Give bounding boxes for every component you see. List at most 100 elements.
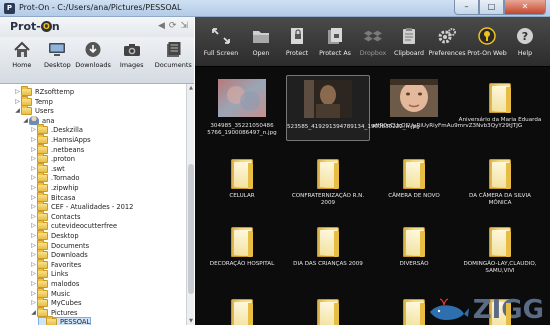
file-caption: 523585_419291394789134_1900830222_n.jpg xyxy=(287,124,420,130)
tree-item-label: CEF - Atualidades - 2012 xyxy=(51,203,134,212)
folder-icon xyxy=(489,159,511,189)
expand-arrow-icon[interactable]: ▷ xyxy=(30,279,37,289)
download-icon xyxy=(85,42,101,57)
tree-item[interactable]: ◢ Users xyxy=(14,105,54,116)
prot-on-web-button[interactable]: Prot-On Web xyxy=(467,17,507,66)
folder-item[interactable]: CONFRATERNIZAÇÃO R.N. 2009 xyxy=(286,159,370,207)
full-screen-button[interactable]: Full Screen xyxy=(199,17,243,66)
preferences-button[interactable]: Preferences xyxy=(427,17,467,66)
clipboard-button[interactable]: Clipboard xyxy=(391,17,427,66)
tree-item[interactable]: ◢ Pictures xyxy=(30,306,77,318)
expand-arrow-icon[interactable]: ▷ xyxy=(30,241,37,251)
image-file-item[interactable]: 523585_419291394789134_1900830222_n.jpg xyxy=(286,75,420,141)
expand-arrow-icon[interactable]: ▷ xyxy=(30,193,37,203)
places-downloads-button[interactable]: Downloads xyxy=(75,37,111,84)
tree-item[interactable]: ▷ CEF - Atualidades - 2012 xyxy=(30,201,134,212)
folder-icon xyxy=(46,316,57,325)
folder-icon xyxy=(37,153,48,164)
minimize-button[interactable]: – xyxy=(454,0,479,15)
logo-row: Prot- On ◀ ⟳ ⇲ xyxy=(0,17,194,37)
tree-item-label: .zipwhip xyxy=(51,184,79,192)
expand-arrow-icon[interactable]: ▷ xyxy=(30,260,37,270)
tree-scrollbar[interactable]: ▲ ▼ xyxy=(186,84,194,325)
folder-tree[interactable]: ▷ RZsofttemp ▷ Temp ◢ Users ◢ ana ▷ .Deskzilla ▷ .H… xyxy=(0,84,186,325)
collapse-arrow-icon[interactable]: ◢ xyxy=(30,308,37,318)
places-images-button[interactable]: Images xyxy=(111,37,153,84)
pin-icon[interactable]: ⇲ xyxy=(180,21,188,31)
expand-arrow-icon[interactable]: ▷ xyxy=(30,221,37,231)
scroll-thumb[interactable] xyxy=(188,164,194,294)
tree-item-label: PESSOAL xyxy=(60,318,91,325)
scroll-up-icon[interactable]: ▲ xyxy=(187,85,195,91)
file-caption: DECORAÇÃO HOSPITAL xyxy=(209,261,275,267)
refresh-icon[interactable]: ⟳ xyxy=(169,21,177,31)
help-button[interactable]: ? Help xyxy=(507,17,543,66)
collapse-arrow-icon[interactable]: ◢ xyxy=(22,116,29,126)
folder-item[interactable]: CÂMERA DE NOVO xyxy=(372,159,456,200)
expand-arrow-icon[interactable]: ▷ xyxy=(30,269,37,279)
expand-arrow-icon[interactable]: ▷ xyxy=(30,154,37,164)
expand-arrow-icon[interactable]: ▷ xyxy=(30,289,37,299)
folder-item[interactable]: DA CÂMERA DA SILVIA MÔNICA xyxy=(458,159,542,207)
expand-arrow-icon[interactable]: ▷ xyxy=(14,97,21,107)
file-caption: DOMINGÃO-LAY,CLAUDIO, SAMU,VIVI xyxy=(463,261,537,274)
folder-item[interactable] xyxy=(286,299,370,325)
folder-icon xyxy=(317,227,339,257)
expand-arrow-icon[interactable]: ▷ xyxy=(30,173,37,183)
places-label: Documents xyxy=(154,61,192,69)
protect-as-button[interactable]: Protect As xyxy=(315,17,355,66)
tree-item-label: Favorites xyxy=(51,260,82,269)
folder-icon xyxy=(21,105,32,116)
places-label: Images xyxy=(119,61,144,69)
expand-arrow-icon[interactable]: ▷ xyxy=(30,202,37,212)
scroll-down-icon[interactable]: ▼ xyxy=(187,318,195,324)
maximize-button[interactable]: □ xyxy=(479,0,504,15)
expand-arrow-icon[interactable]: ▷ xyxy=(30,231,37,241)
tree-item[interactable]: PESSOAL xyxy=(38,316,92,325)
dropbox-button[interactable]: Dropbox xyxy=(355,17,391,66)
expand-arrow-icon[interactable]: ▷ xyxy=(30,145,37,155)
logo-prefix: Prot- xyxy=(10,20,41,33)
image-file-item[interactable]: 304985_35221050486 5766_1900086497_n.jpg xyxy=(200,79,284,137)
folder-icon xyxy=(403,227,425,257)
file-caption: aHR0cCUzQSUyRiUyRiyFmAu9mrvZ3Nvb3QyY29tJ… xyxy=(372,123,523,129)
tree-item-label: Documents xyxy=(51,241,90,250)
toolbar-label: Clipboard xyxy=(393,50,425,57)
folder-item[interactable] xyxy=(200,299,284,325)
expand-arrow-icon[interactable]: ▷ xyxy=(30,135,37,145)
places-home-button[interactable]: Home xyxy=(4,37,40,84)
toolbar-label: Protect As xyxy=(319,50,351,57)
tree-item[interactable]: ▷ Links xyxy=(30,268,68,279)
places-desktop-button[interactable]: Desktop xyxy=(40,37,76,84)
expand-arrow-icon[interactable]: ▷ xyxy=(30,298,37,308)
tree-item-label: Users xyxy=(35,107,54,116)
expand-arrow-icon[interactable]: ▷ xyxy=(30,250,37,260)
nav-controls: ◀ ⟳ ⇲ xyxy=(158,21,188,31)
protect-button[interactable]: Protect xyxy=(279,17,315,66)
tree-item-label: cutevideocutterfree xyxy=(51,222,118,231)
folder-icon xyxy=(37,134,48,144)
folder-item[interactable]: Aniversário da Maria Eduarda xyxy=(458,79,542,124)
folder-item[interactable]: DECORAÇÃO HOSPITAL xyxy=(200,227,284,268)
expand-arrow-icon[interactable]: ▷ xyxy=(14,87,21,97)
tree-item[interactable]: ▷ Temp xyxy=(14,95,53,107)
folder-item[interactable]: DIA DAS CRIANÇAS 2009 xyxy=(286,227,370,268)
folder-icon xyxy=(37,182,48,192)
folder-item[interactable]: DOMINGÃO-LAY,CLAUDIO, SAMU,VIVI xyxy=(458,227,542,275)
tree-item[interactable]: ▷ .swt xyxy=(30,162,65,174)
folder-icon xyxy=(37,230,48,240)
places-documents-button[interactable]: Documents xyxy=(152,37,194,84)
image-file-item[interactable]: aHR0cCUzQSUyRiUyRiyFmAu9mrvZ3Nvb3QyY29tJ… xyxy=(372,79,523,130)
folder-item[interactable]: DIVERSÃO xyxy=(372,227,456,268)
open-button[interactable]: Open xyxy=(243,17,279,66)
folder-item[interactable]: CELULAR xyxy=(200,159,284,200)
collapse-arrow-icon[interactable]: ◢ xyxy=(14,106,21,116)
folder-icon xyxy=(231,159,253,189)
close-button[interactable]: ✕ xyxy=(504,0,546,15)
expand-arrow-icon[interactable]: ▷ xyxy=(30,183,37,193)
expand-arrow-icon[interactable]: ▷ xyxy=(30,164,37,174)
back-arrow-icon[interactable]: ◀ xyxy=(158,21,165,31)
tree-item[interactable]: ▷ Music xyxy=(30,287,70,299)
expand-arrow-icon[interactable]: ▷ xyxy=(30,212,37,222)
expand-arrow-icon[interactable]: ▷ xyxy=(30,125,37,135)
